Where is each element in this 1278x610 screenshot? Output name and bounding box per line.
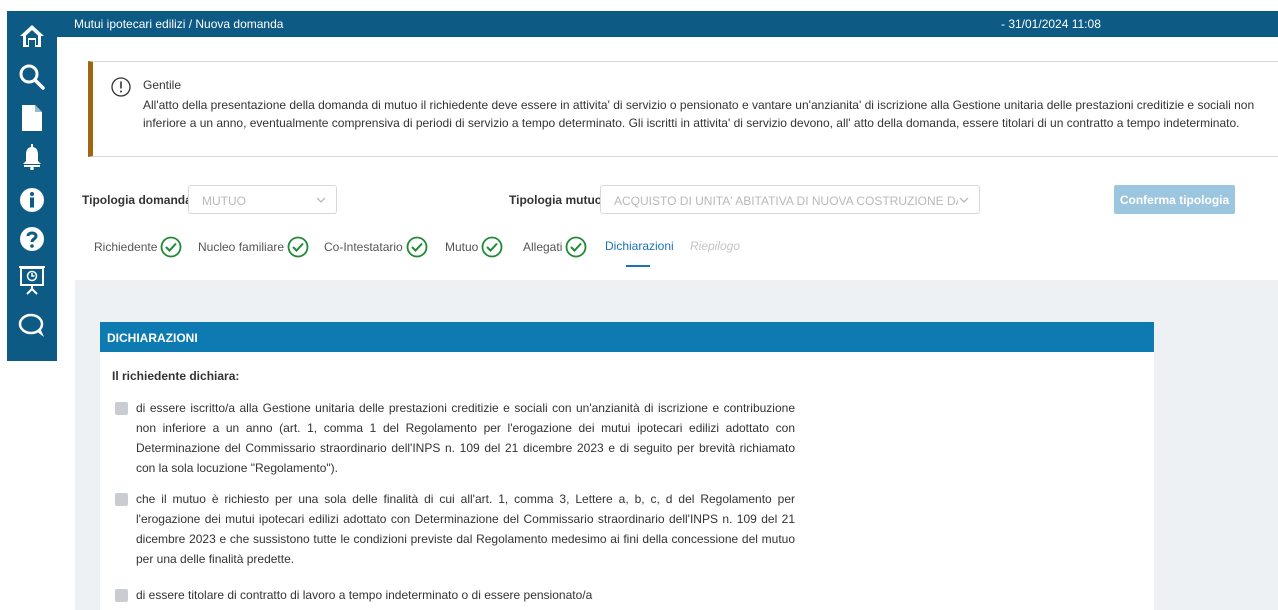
search-button[interactable] xyxy=(7,60,57,94)
dichiarazioni-card: DICHIARAZIONI Il richiedente dichiara: d… xyxy=(100,322,1154,610)
datetime-label: - 31/01/2024 11:08 xyxy=(1001,17,1101,31)
presentation-icon xyxy=(19,266,45,295)
tipologia-domanda-value: MUTUO xyxy=(202,194,246,208)
check-circle-icon xyxy=(481,236,503,258)
declaration-text: di essere titolare di contratto di lavor… xyxy=(136,588,593,602)
step-label: Richiedente xyxy=(94,240,158,254)
breadcrumb: Mutui ipotecari edilizi / Nuova domanda xyxy=(74,17,284,31)
chevron-down-icon xyxy=(958,194,970,206)
chat-button[interactable] xyxy=(7,309,57,343)
step-label: Riepilogo xyxy=(690,239,741,253)
step-label: Co-Intestatario xyxy=(324,240,403,254)
declaration-text: che il mutuo è richiesto per una sola de… xyxy=(136,492,795,566)
active-step-indicator xyxy=(626,265,650,267)
document-icon xyxy=(22,105,42,131)
tipologia-mutuo-value: ACQUISTO DI UNITA' ABITATIVA DI NUOVA CO… xyxy=(614,194,959,208)
search-icon xyxy=(19,64,45,90)
exclamation-circle-icon xyxy=(111,77,131,97)
step-dichiarazioni[interactable]: Dichiarazioni xyxy=(605,239,674,253)
check-circle-icon xyxy=(406,236,428,258)
help-icon xyxy=(20,227,44,251)
step-co-intestatario[interactable]: Co-Intestatario xyxy=(324,236,428,258)
declaration-item: di essere titolare di contratto di lavor… xyxy=(115,585,795,605)
home-icon xyxy=(20,25,44,47)
documents-button[interactable] xyxy=(7,101,57,135)
tutorial-button[interactable] xyxy=(7,263,57,297)
sidebar xyxy=(7,11,57,361)
tipologia-mutuo-select[interactable]: ACQUISTO DI UNITA' ABITATIVA DI NUOVA CO… xyxy=(600,185,980,214)
step-label: Dichiarazioni xyxy=(605,239,674,253)
declaration-checkbox[interactable] xyxy=(115,589,128,602)
step-richiedente[interactable]: Richiedente xyxy=(94,236,182,258)
chat-icon xyxy=(18,313,44,337)
declaration-checkbox[interactable] xyxy=(115,402,128,415)
check-circle-icon xyxy=(287,236,309,258)
step-label: Mutuo xyxy=(445,240,479,254)
tipologia-domanda-select[interactable]: MUTUO xyxy=(188,185,337,214)
bell-icon xyxy=(23,144,41,170)
help-button[interactable] xyxy=(7,222,57,256)
step-label: Allegati xyxy=(523,240,563,254)
conferma-tipologia-button[interactable]: Conferma tipologia xyxy=(1114,185,1235,214)
declaration-text: di essere iscritto/a alla Gestione unita… xyxy=(136,401,795,475)
step-allegati[interactable]: Allegati xyxy=(523,236,587,258)
declaration-checkbox[interactable] xyxy=(115,493,128,506)
home-button[interactable] xyxy=(7,19,57,53)
tipologia-domanda-label: Tipologia domanda xyxy=(82,193,192,207)
check-circle-icon xyxy=(565,236,587,258)
tipologia-mutuo-label: Tipologia mutuo xyxy=(509,193,603,207)
notifications-button[interactable] xyxy=(7,140,57,174)
info-alert: Gentile All'atto della presentazione del… xyxy=(88,61,1278,157)
check-circle-icon xyxy=(160,236,182,258)
step-riepilogo: Riepilogo xyxy=(690,239,740,253)
info-button[interactable] xyxy=(7,183,57,217)
step-mutuo[interactable]: Mutuo xyxy=(445,236,503,258)
step-label: Nucleo familiare xyxy=(198,240,285,254)
info-icon xyxy=(20,188,44,212)
declaration-item: che il mutuo è richiesto per una sola de… xyxy=(115,489,795,569)
declaration-item: di essere iscritto/a alla Gestione unita… xyxy=(115,398,795,478)
alert-title: Gentile xyxy=(143,78,182,92)
card-subtitle: Il richiedente dichiara: xyxy=(112,369,240,383)
step-nucleo-familiare[interactable]: Nucleo familiare xyxy=(198,236,309,258)
card-title: DICHIARAZIONI xyxy=(100,322,1154,352)
alert-body: All'atto della presentazione della doman… xyxy=(143,98,1255,130)
chevron-down-icon xyxy=(316,197,326,203)
top-bar: Mutui ipotecari edilizi / Nuova domanda … xyxy=(57,11,1278,37)
